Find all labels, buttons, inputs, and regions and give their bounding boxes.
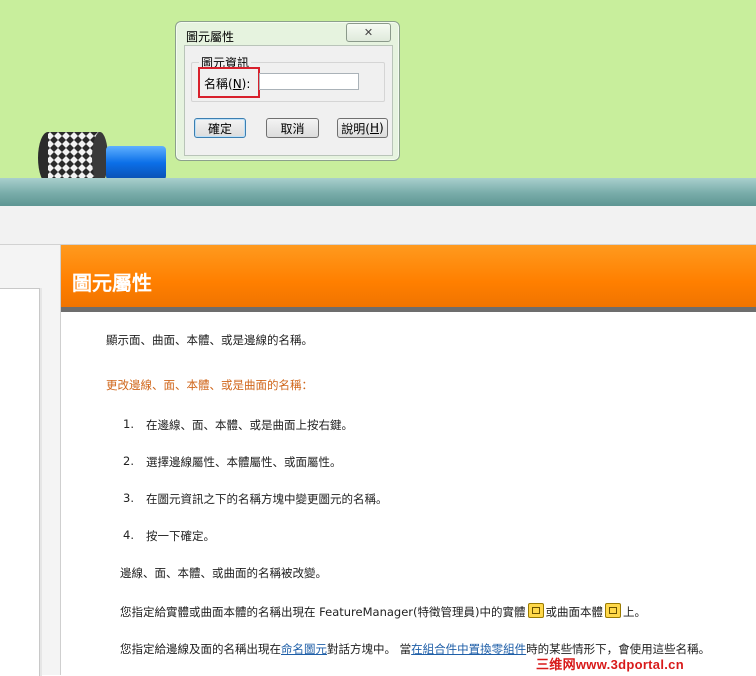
help-label-suffix: ) — [379, 121, 384, 135]
dialog-title: 圖元屬性 — [186, 30, 235, 44]
note-text: 您指定給實體或曲面本體的名稱出現在 FeatureManager(特徵管理員)中… — [120, 605, 526, 619]
step-number: 2. — [123, 454, 134, 468]
help-section-heading: 更改邊線、面、本體、或是曲面的名稱： — [106, 378, 313, 392]
note-text: 上。 — [623, 605, 646, 619]
note-text: 您指定給邊線及面的名稱出現在 — [120, 642, 281, 656]
step-text: 在圖元資訊之下的名稱方塊中變更圖元的名稱。 — [146, 492, 388, 506]
close-icon: ✕ — [363, 26, 374, 39]
note-text: 對話方塊中。 當 — [327, 642, 412, 656]
step-number: 1. — [123, 417, 134, 431]
surface-body-icon — [605, 603, 621, 618]
header-divider — [61, 307, 756, 312]
dialog-body: 圖元資訊 名稱(N): 確定 取消 說明(H) — [184, 45, 393, 156]
help-note-bodies: 您指定給實體或曲面本體的名稱出現在 FeatureManager(特徵管理員)中… — [120, 603, 646, 620]
help-button[interactable]: 說明(H) — [337, 118, 388, 138]
step-text: 在邊線、面、本體、或是曲面上按右鍵。 — [146, 418, 353, 432]
step-number: 4. — [123, 528, 134, 542]
name-label-highlight — [198, 67, 260, 98]
step-number: 3. — [123, 491, 134, 505]
help-toolbar-area — [0, 206, 756, 245]
name-input[interactable] — [259, 73, 359, 90]
help-content: 圖元屬性 顯示面、曲面、本體、或是邊線的名稱。 更改邊線、面、本體、或是曲面的名… — [61, 245, 756, 675]
help-result: 邊線、面、本體、或曲面的名稱被改變。 — [120, 566, 327, 580]
step-text: 按一下確定。 — [146, 529, 215, 543]
replace-components-link[interactable]: 在組合件中置換零組件 — [411, 642, 526, 656]
close-button[interactable]: ✕ — [346, 23, 391, 42]
help-page-title: 圖元屬性 — [72, 271, 152, 295]
ok-button[interactable]: 確定 — [194, 118, 246, 138]
step-text: 選擇邊線屬性、本體屬性、或面屬性。 — [146, 455, 342, 469]
help-label-key: H — [369, 121, 380, 135]
help-header-bar: 圖元屬性 — [61, 245, 756, 307]
help-navigation-pane — [0, 245, 61, 676]
help-navigation-list[interactable] — [0, 288, 40, 676]
note-text: 或曲面本體 — [545, 605, 604, 619]
graphics-floor-band — [0, 178, 756, 206]
help-intro: 顯示面、曲面、本體、或是邊線的名稱。 — [106, 333, 313, 347]
name-entity-link[interactable]: 命名圖元 — [281, 642, 327, 656]
entity-properties-dialog: 圖元屬性 ✕ 圖元資訊 名稱(N): 確定 取消 說明(H) — [175, 21, 400, 161]
help-label-prefix: 說明( — [341, 121, 370, 136]
cancel-button[interactable]: 取消 — [266, 118, 319, 138]
site-watermark: 三维网www.3dportal.cn — [536, 657, 684, 672]
solid-body-icon — [527, 603, 544, 618]
